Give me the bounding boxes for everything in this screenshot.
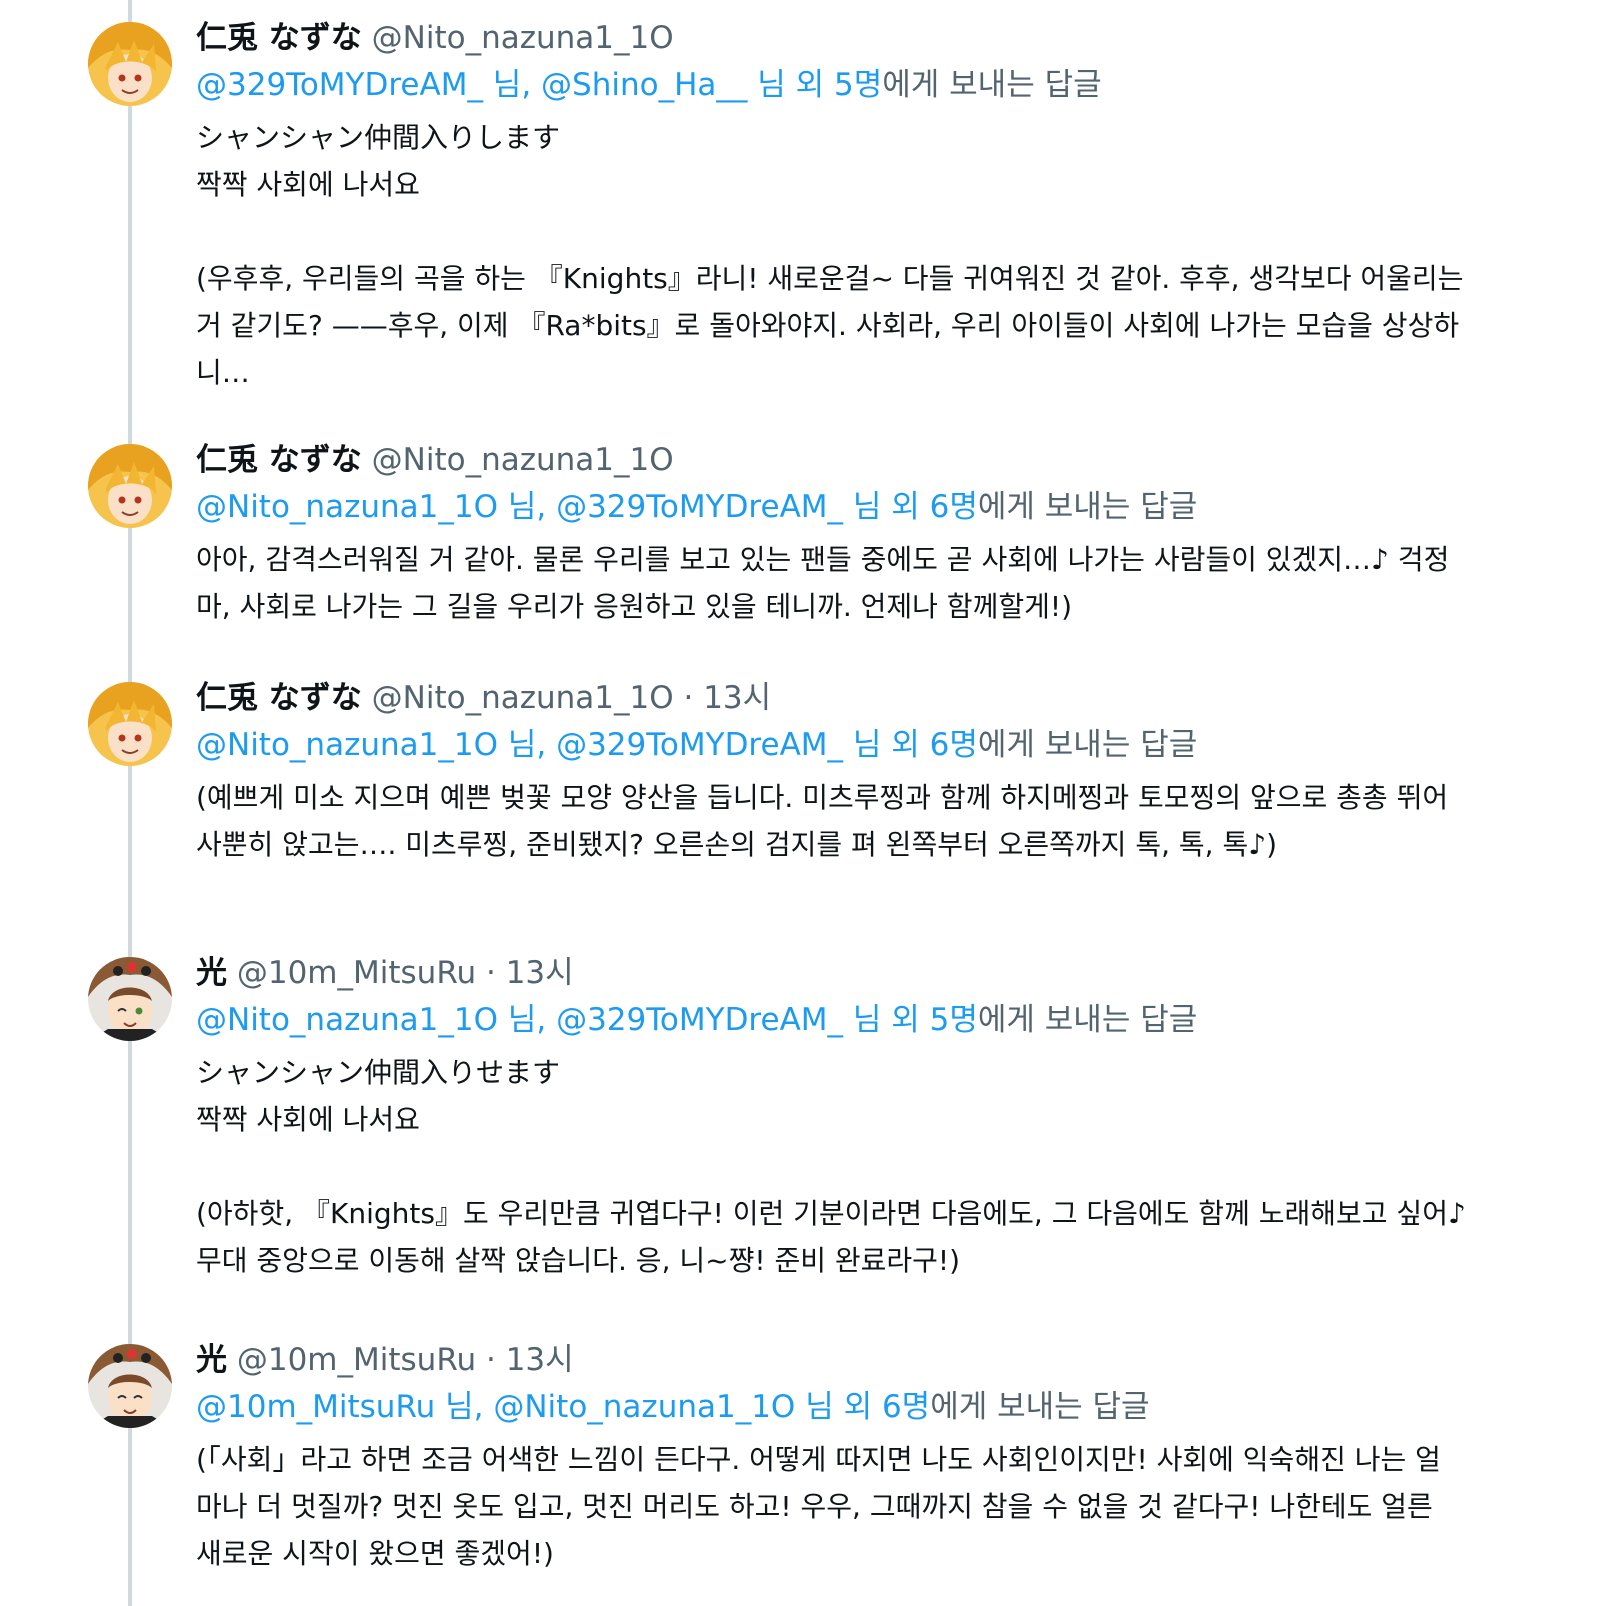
avatar-blonde-character-icon (88, 22, 172, 106)
mention-link[interactable]: @329ToMYDreAM_ (196, 67, 483, 103)
reply-suffix: 에게 보내는 답글 (977, 489, 1198, 525)
tweet-header: 光 @10m_MitsuRu · 13시 (196, 953, 1466, 993)
reply-suffix: 에게 보내는 답글 (930, 1389, 1150, 1425)
tweet-header: 仁兎 なずな @Nito_nazuna1_1O (196, 18, 1466, 58)
reply-separator: 님, (435, 1389, 494, 1425)
user-handle[interactable]: @Nito_nazuna1_1O (372, 20, 674, 56)
others-count-link[interactable]: 5명 (930, 1002, 978, 1038)
avatar-brown-hair-character-icon (88, 1344, 172, 1428)
reply-separator: 님 외 (843, 727, 930, 763)
mention-link[interactable]: @329ToMYDreAM_ (556, 727, 843, 763)
timestamp[interactable]: 13시 (703, 680, 771, 716)
reply-suffix: 에게 보내는 답글 (977, 1002, 1198, 1038)
tweet-header: 仁兎 なずな @Nito_nazuna1_1O · 13시 (196, 678, 1466, 718)
user-handle[interactable]: @Nito_nazuna1_1O (372, 680, 674, 716)
mention-link[interactable]: @Shino_Ha__ (541, 67, 747, 103)
time-separator: · (476, 955, 506, 991)
display-name[interactable]: 光 (196, 955, 227, 991)
user-handle[interactable]: @10m_MitsuRu (237, 1342, 476, 1378)
avatar[interactable] (88, 1344, 172, 1428)
user-handle[interactable]: @Nito_nazuna1_1O (372, 442, 674, 478)
reply-separator: 님 외 (843, 489, 930, 525)
tweet-text: シャンシャン仲間入りせます 짝짝 사회에 나서요 (아하핫, 『Knights』… (196, 1056, 1466, 1277)
others-count-link[interactable]: 5명 (834, 67, 882, 103)
display-name[interactable]: 仁兎 なずな (196, 442, 362, 478)
reply-separator: 님 외 (747, 67, 835, 103)
reply-suffix: 에게 보내는 답글 (882, 67, 1102, 103)
tweet-text: (예쁘게 미소 지으며 예쁜 벚꽃 모양 양산을 듭니다. 미츠루찡과 함께 하… (196, 781, 1458, 861)
avatar[interactable] (88, 957, 172, 1041)
timestamp[interactable]: 13시 (506, 955, 574, 991)
mention-link[interactable]: @Nito_nazuna1_1O (196, 1002, 498, 1038)
reply-to-line: @329ToMYDreAM_ 님, @Shino_Ha__ 님 외 5명에게 보… (196, 64, 1466, 106)
tweet-text: 아아, 감격스러워질 거 같아. 물론 우리를 보고 있는 팬들 중에도 곧 사… (196, 543, 1459, 623)
timestamp[interactable]: 13시 (506, 1342, 574, 1378)
reply-separator: 님 외 (795, 1389, 882, 1425)
reply-separator: 님, (482, 67, 542, 103)
reply-to-line: @Nito_nazuna1_1O 님, @329ToMYDreAM_ 님 외 6… (196, 724, 1466, 766)
reply-separator: 님, (497, 1002, 557, 1038)
avatar[interactable] (88, 22, 172, 106)
others-count-link[interactable]: 6명 (930, 727, 978, 763)
tweet-header: 仁兎 なずな @Nito_nazuna1_1O (196, 440, 1466, 480)
reply-suffix: 에게 보내는 답글 (977, 727, 1198, 763)
tweet-header: 光 @10m_MitsuRu · 13시 (196, 1340, 1466, 1380)
tweet-text: (「사회」라고 하면 조금 어색한 느낌이 든다구. 어떻게 따지면 나도 사회… (196, 1443, 1442, 1570)
mention-link[interactable]: @329ToMYDreAM_ (556, 489, 843, 525)
avatar-brown-hair-character-icon (88, 957, 172, 1041)
others-count-link[interactable]: 6명 (930, 489, 978, 525)
mention-link[interactable]: @Nito_nazuna1_1O (196, 727, 498, 763)
reply-separator: 님 외 (843, 1002, 930, 1038)
display-name[interactable]: 光 (196, 1342, 227, 1378)
others-count-link[interactable]: 6명 (882, 1389, 930, 1425)
avatar[interactable] (88, 682, 172, 766)
user-handle[interactable]: @10m_MitsuRu (237, 955, 476, 991)
mention-link[interactable]: @10m_MitsuRu (196, 1389, 435, 1425)
reply-to-line: @Nito_nazuna1_1O 님, @329ToMYDreAM_ 님 외 6… (196, 486, 1466, 528)
display-name[interactable]: 仁兎 なずな (196, 20, 362, 56)
reply-separator: 님, (497, 489, 557, 525)
mention-link[interactable]: @Nito_nazuna1_1O (196, 489, 498, 525)
mention-link[interactable]: @329ToMYDreAM_ (556, 1002, 843, 1038)
mention-link[interactable]: @Nito_nazuna1_1O (493, 1389, 795, 1425)
time-separator: · (673, 680, 704, 716)
avatar-blonde-character-icon (88, 444, 172, 528)
display-name[interactable]: 仁兎 なずな (196, 680, 362, 716)
time-separator: · (476, 1342, 506, 1378)
tweet-text: シャンシャン仲間入りします 짝짝 사회에 나서요 (우후후, 우리들의 곡을 하… (196, 121, 1464, 389)
reply-to-line: @10m_MitsuRu 님, @Nito_nazuna1_1O 님 외 6명에… (196, 1386, 1466, 1428)
avatar-blonde-character-icon (88, 682, 172, 766)
reply-to-line: @Nito_nazuna1_1O 님, @329ToMYDreAM_ 님 외 5… (196, 999, 1466, 1041)
reply-separator: 님, (497, 727, 557, 763)
avatar[interactable] (88, 444, 172, 528)
